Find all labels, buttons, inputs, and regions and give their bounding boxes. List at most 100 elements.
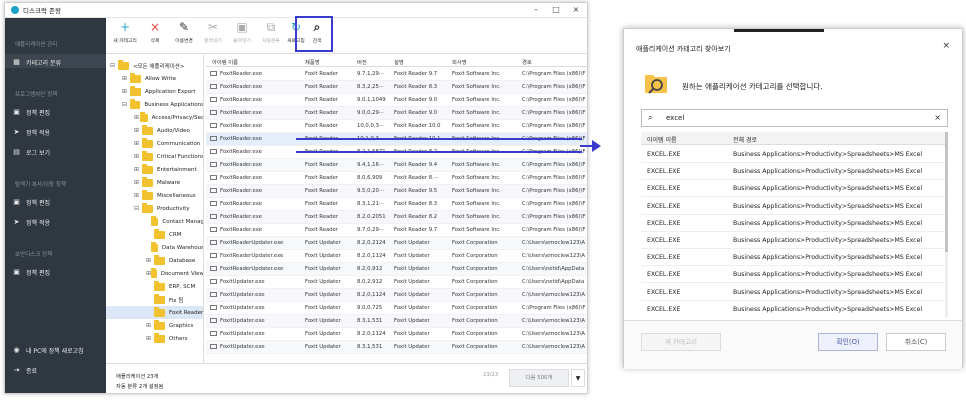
expand-toggle-icon[interactable]: ⊞ (134, 192, 142, 199)
maximize-button[interactable]: □ (551, 5, 561, 14)
table-row[interactable]: FoxitReaderUpdater.exe Foxit Updater 8.2,0… (206, 263, 587, 276)
table-row[interactable]: FoxitReader.exe Foxit Reader 8.2,0,2051 Fox… (206, 211, 587, 224)
expand-toggle-icon[interactable]: ⊞ (134, 127, 142, 134)
tree-node[interactable]: ⊞ Graphics (106, 319, 203, 332)
expand-toggle-icon[interactable]: ⊞ (122, 75, 130, 82)
dialog-result-row[interactable]: EXCEL.EXE Business Applications>Productiv… (641, 215, 948, 232)
delete-button[interactable]: × 삭제 (140, 21, 170, 45)
table-row[interactable]: FoxitUpdater.exe Foxit Updater 8.3,1,531 Fo… (206, 341, 587, 354)
dialog-search-box[interactable]: ⌕ excel × (641, 109, 948, 127)
table-row[interactable]: FoxitReader.exe Foxit Reader 9.7,0,29··· Fo… (206, 224, 587, 237)
paste-button[interactable]: ▣ 붙여넣기 (227, 21, 257, 45)
dialog-result-row[interactable]: EXCEL.EXE Business Applications>Productiv… (641, 249, 948, 267)
expand-toggle-icon[interactable]: ⊞ (134, 140, 142, 147)
table-row[interactable]: FoxitReader.exe Foxit Reader 9.7,1,29··· Fo… (206, 68, 587, 81)
clear-search-icon[interactable]: × (934, 113, 941, 122)
tree-node[interactable]: ⊟ <모든 애플리케이션> (106, 59, 203, 72)
dialog-result-table[interactable]: 아이템 이름 전체 경로 EXCEL.EXE Business Applicati… (641, 132, 948, 317)
tree-node[interactable]: ⊞ Document View (106, 267, 203, 280)
col-header-product[interactable]: 제품명 (305, 58, 320, 66)
expand-toggle-icon[interactable]: ⊞ (146, 335, 154, 342)
col-header-version[interactable]: 버전 (357, 58, 367, 66)
table-row[interactable]: FoxitReader.exe Foxit Reader 9.4,1,16··· Fo… (206, 159, 587, 172)
table-row[interactable]: FoxitReader.exe Foxit Reader 8.0,6,909 Foxi… (206, 172, 587, 185)
table-row[interactable]: FoxitUpdater.exe Foxit Updater 9.0,0,725 Fo… (206, 302, 587, 315)
tree-node[interactable]: ⊞ Access/Privacy/Sec (106, 111, 203, 124)
minimize-button[interactable]: – (531, 5, 541, 14)
sidebar-item-policy-edit-3[interactable]: ▣ 정책 편집 (13, 268, 50, 278)
tree-node[interactable]: ⊞ Allow Write (106, 72, 203, 85)
table-row[interactable]: FoxitReaderUpdater.exe Foxit Updater 8.2,0… (206, 237, 587, 250)
sidebar-item-policy-edit-2[interactable]: ▣ 정책 편집 (13, 198, 50, 208)
ok-button[interactable]: 확인(O) (818, 333, 878, 351)
sidebar-item-policy-apply-1[interactable]: ➤ 정책 적용 (13, 128, 50, 138)
tree-node[interactable]: ⊞ Entertainment (106, 163, 203, 176)
tree-node[interactable]: Fix 됨 (106, 293, 203, 306)
expand-toggle-icon[interactable]: ⊟ (134, 205, 142, 212)
category-tree[interactable]: ⊟ <모든 애플리케이션> ⊞ Allow Write ⊞ Application Exp… (106, 55, 204, 363)
tree-node[interactable]: Contact Manag (106, 215, 203, 228)
new-category-button[interactable]: + 새 카테고리 (110, 21, 140, 45)
sidebar-item-category[interactable]: ▦ 카테고리 분류 (13, 58, 61, 68)
tree-node[interactable]: ⊞ Audio/Video (106, 124, 203, 137)
tree-node[interactable]: Foxit Reader (106, 306, 203, 319)
col-header-item-name[interactable]: 아이템 이름 (212, 58, 238, 66)
dialog-result-row[interactable]: EXCEL.EXE Business Applications>Productiv… (641, 284, 948, 301)
dialog-result-row[interactable]: EXCEL.EXE Business Applications>Productiv… (641, 198, 948, 215)
dialog-result-row[interactable]: EXCEL.EXE Business Applications>Productiv… (641, 180, 948, 198)
table-row[interactable]: FoxitUpdater.exe Foxit Updater 8.2,0,1124 F… (206, 328, 587, 341)
sidebar-item-log[interactable]: ▤ 로그 보기 (13, 148, 50, 158)
cut-button[interactable]: ✂ 잘라내기 (198, 21, 228, 45)
table-row[interactable]: FoxitUpdater.exe Foxit Updater 8.0,2,912 Fo… (206, 276, 587, 289)
expand-toggle-icon[interactable]: ⊞ (134, 166, 142, 173)
col-header-path[interactable]: 경로 (522, 58, 532, 66)
dialog-search-input[interactable]: excel (666, 114, 684, 122)
table-row[interactable]: FoxitReader.exe Foxit Reader 9.0,1,1049 Fox… (206, 94, 587, 107)
dialog-result-row[interactable]: EXCEL.EXE Business Applications>Productiv… (641, 232, 948, 249)
dialog-scrollbar[interactable] (945, 132, 948, 317)
rename-button[interactable]: ✎ 이름변경 (169, 21, 199, 45)
dialog-result-row[interactable]: EXCEL.EXE Business Applications>Productiv… (641, 266, 948, 284)
table-row[interactable]: FoxitReader.exe Foxit Reader 8.3,1,21··· Fo… (206, 198, 587, 211)
sidebar-refresh-policy[interactable]: ◉ 내 PC에 정책 새로고침 (13, 346, 83, 356)
tree-node[interactable]: CRM (106, 228, 203, 241)
sidebar-item-policy-edit-1[interactable]: ▣ 정책 편집 (13, 108, 50, 118)
next-page-button[interactable]: 다음 500개 (509, 369, 569, 387)
cancel-button[interactable]: 취소(C) (886, 333, 946, 351)
new-category-button[interactable]: 새 카테고리 (641, 333, 721, 351)
col-header-company[interactable]: 회사명 (452, 58, 467, 66)
tree-node[interactable]: ⊟ Business Applications (106, 98, 203, 111)
expand-toggle-icon[interactable]: ⊞ (134, 114, 140, 121)
app-grid[interactable]: 아이템 이름 제품명 버전 설명 회사명 경로 FoxitReader.exe F… (206, 55, 587, 360)
sidebar-item-policy-apply-2[interactable]: ➤ 정책 적용 (13, 218, 50, 228)
table-row[interactable]: FoxitReader.exe Foxit Reader 8.3,2,25··· Fo… (206, 81, 587, 94)
dialog-result-row[interactable]: EXCEL.EXE Business Applications>Productiv… (641, 163, 948, 181)
col-header-description[interactable]: 설명 (394, 58, 404, 66)
expand-toggle-icon[interactable]: ⊞ (134, 179, 142, 186)
expand-toggle-icon[interactable]: ⊟ (110, 62, 118, 69)
tree-node[interactable]: ⊞ Others (106, 332, 203, 345)
expand-toggle-icon[interactable]: ⊟ (122, 101, 130, 108)
expand-toggle-icon[interactable]: ⊞ (146, 257, 154, 264)
table-row[interactable]: FoxitUpdater.exe Foxit Updater 8.2,0,1124 F… (206, 289, 587, 302)
tree-node[interactable]: ⊞ Malware (106, 176, 203, 189)
table-row[interactable]: FoxitUpdater.exe Foxit Updater 8.3,1,531 Fo… (206, 315, 587, 328)
tree-node[interactable]: ⊞ Database (106, 254, 203, 267)
table-row[interactable]: FoxitReader.exe Foxit Reader 9.0,0,29··· Fo… (206, 107, 587, 120)
expand-toggle-icon[interactable]: ⊞ (134, 153, 142, 160)
table-row[interactable]: FoxitReader.exe Foxit Reader 9.5,0,20··· Fo… (206, 185, 587, 198)
dialog-result-row[interactable]: EXCEL.EXE Business Applications>Productiv… (641, 301, 948, 317)
expand-toggle-icon[interactable]: ⊞ (122, 88, 130, 95)
tree-node[interactable]: ⊞ Communication (106, 137, 203, 150)
tree-node[interactable]: Data Warehous (106, 241, 203, 254)
tree-node[interactable]: ⊞ Application Export (106, 85, 203, 98)
close-button[interactable]: × (571, 5, 581, 14)
dialog-close-button[interactable]: × (942, 41, 950, 51)
tree-node[interactable]: ⊟ Productivity (106, 202, 203, 215)
expand-toggle-icon[interactable]: ⊞ (146, 322, 154, 329)
sidebar-exit[interactable]: ⇥ 종료 (13, 366, 37, 376)
tree-node[interactable]: ERP, SCM (106, 280, 203, 293)
table-row[interactable]: FoxitReaderUpdater.exe Foxit Updater 8.2,0… (206, 250, 587, 263)
table-row[interactable]: FoxitReader.exe Foxit Reader 10,0,0,3··· Fo… (206, 120, 587, 133)
tree-node[interactable]: ⊞ Critical Functions (106, 150, 203, 163)
